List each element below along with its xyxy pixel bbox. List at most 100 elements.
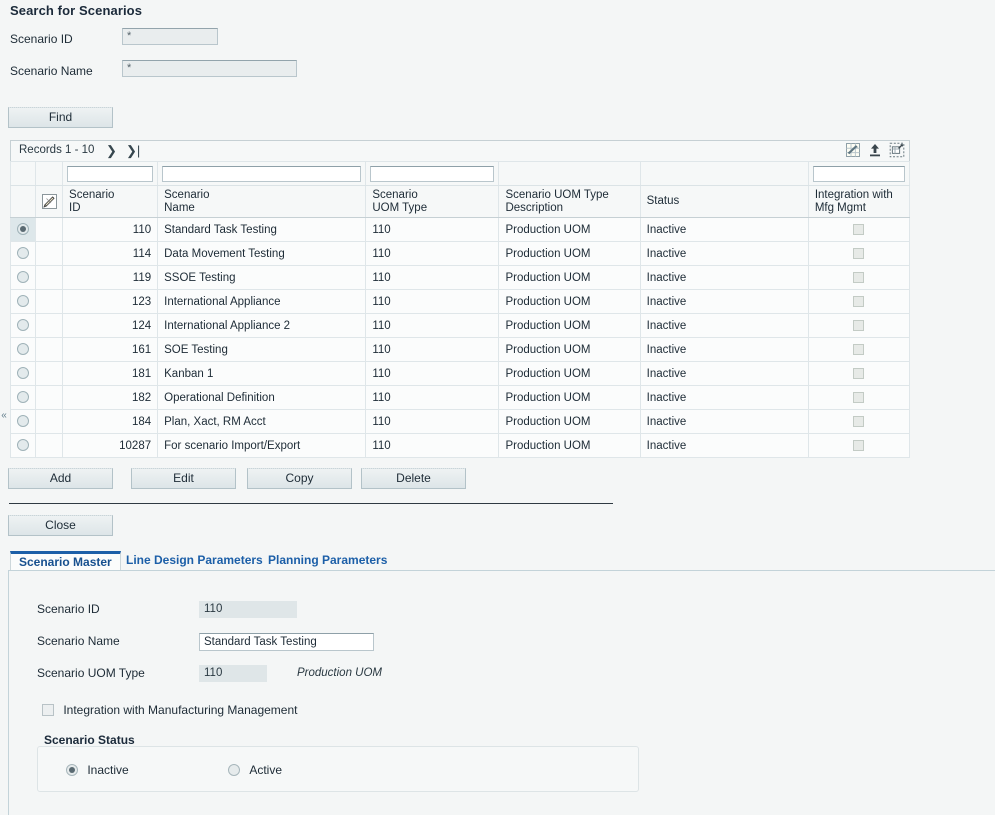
filter-input-scenario-id[interactable] xyxy=(67,165,154,182)
delete-button[interactable]: Delete xyxy=(361,468,466,489)
tab-line-design-parameters[interactable]: Line Design Parameters xyxy=(118,551,271,571)
row-select-radio[interactable] xyxy=(17,271,29,284)
integration-row-checkbox[interactable] xyxy=(853,343,865,355)
row-select-radio[interactable] xyxy=(17,439,29,452)
edit-button[interactable]: Edit xyxy=(131,468,236,489)
detail-scenario-uom-value: 110 xyxy=(199,665,267,682)
row-edit-cell[interactable] xyxy=(35,385,64,410)
status-option-inactive[interactable]: Inactive xyxy=(66,762,129,777)
integration-row-checkbox[interactable] xyxy=(853,271,865,283)
row-edit-cell[interactable] xyxy=(35,337,64,362)
integration-row-checkbox[interactable] xyxy=(853,223,865,235)
add-button[interactable]: Add xyxy=(8,468,113,489)
cell-integration[interactable] xyxy=(807,337,911,362)
customize-grid-icon[interactable] xyxy=(845,142,861,158)
detail-scenario-name-input[interactable] xyxy=(199,633,374,651)
cell-integration[interactable] xyxy=(807,313,911,338)
header-cell-scenario-name[interactable]: Scenario Name xyxy=(157,185,367,218)
integration-row-checkbox[interactable] xyxy=(853,367,865,379)
row-select-radio[interactable] xyxy=(17,343,29,356)
row-select-cell[interactable] xyxy=(9,241,37,266)
header-cell-scenario-id[interactable]: Scenario ID xyxy=(62,185,159,218)
table-row[interactable]: 123 International Appliance 110 Production … xyxy=(9,289,911,314)
integration-row-checkbox[interactable] xyxy=(853,415,865,427)
table-row[interactable]: 124 International Appliance 2 110 Productio… xyxy=(9,313,911,338)
row-edit-cell[interactable] xyxy=(35,241,64,266)
scenario-id-search-input[interactable] xyxy=(122,28,218,45)
row-select-cell[interactable] xyxy=(9,385,37,410)
table-row[interactable]: 10287 For scenario Import/Export 110 Produc… xyxy=(9,433,911,458)
row-edit-cell[interactable] xyxy=(35,265,64,290)
cell-integration[interactable] xyxy=(807,217,911,242)
tab-scenario-master[interactable]: Scenario Master xyxy=(10,551,121,571)
integration-row-checkbox[interactable] xyxy=(853,295,865,307)
copy-button[interactable]: Copy xyxy=(247,468,352,489)
cell-integration[interactable] xyxy=(807,361,911,386)
detail-integration-row[interactable]: Integration with Manufacturing Managemen… xyxy=(42,702,297,717)
row-edit-cell[interactable] xyxy=(35,217,64,242)
status-radio-active[interactable] xyxy=(228,763,240,776)
row-select-cell[interactable] xyxy=(9,313,37,338)
header-cell-scenario-uom-type[interactable]: Scenario UOM Type xyxy=(365,185,500,218)
table-row[interactable]: 181 Kanban 1 110 Production UOM Inactive xyxy=(9,361,911,386)
status-option-active[interactable]: Active xyxy=(228,762,282,777)
next-record-icon[interactable]: ❯ xyxy=(106,142,117,160)
detach-grid-icon[interactable] xyxy=(889,142,905,158)
cell-integration[interactable] xyxy=(807,289,911,314)
table-row[interactable]: 161 SOE Testing 110 Production UOM Inactive xyxy=(9,337,911,362)
row-edit-cell[interactable] xyxy=(35,409,64,434)
row-select-cell[interactable] xyxy=(9,289,37,314)
cell-integration[interactable] xyxy=(807,409,911,434)
row-select-radio[interactable] xyxy=(17,391,29,404)
row-select-cell[interactable] xyxy=(9,433,37,458)
row-select-radio[interactable] xyxy=(17,295,29,308)
filter-input-scenario-uom-type[interactable] xyxy=(370,165,495,182)
table-row[interactable]: 110 Standard Task Testing 110 Production UO… xyxy=(9,217,911,242)
row-edit-cell[interactable] xyxy=(35,361,64,386)
collapse-panel-handle[interactable]: « xyxy=(0,406,8,426)
find-button[interactable]: Find xyxy=(8,107,113,128)
table-row[interactable]: 182 Operational Definition 110 Production U… xyxy=(9,385,911,410)
row-select-cell[interactable] xyxy=(9,409,37,434)
cell-status: Inactive xyxy=(639,217,809,242)
filter-input-scenario-name[interactable] xyxy=(162,165,362,182)
integration-row-checkbox[interactable] xyxy=(853,439,865,451)
integration-row-checkbox[interactable] xyxy=(853,391,865,403)
export-icon[interactable] xyxy=(867,142,883,158)
row-select-radio[interactable] xyxy=(17,247,29,260)
row-select-radio[interactable] xyxy=(17,223,29,236)
scenario-name-search-input[interactable] xyxy=(122,60,297,77)
table-row[interactable]: 119 SSOE Testing 110 Production UOM Inactive xyxy=(9,265,911,290)
close-button[interactable]: Close xyxy=(8,515,113,536)
header-cell-uom-description[interactable]: Scenario UOM Type Description xyxy=(498,185,641,218)
row-select-cell[interactable] xyxy=(9,265,37,290)
table-row[interactable]: 114 Data Movement Testing 110 Production UO… xyxy=(9,241,911,266)
row-select-radio[interactable] xyxy=(17,319,29,332)
status-radio-inactive[interactable] xyxy=(66,763,78,776)
cell-scenario-id: 110 xyxy=(62,217,159,242)
row-select-cell[interactable] xyxy=(9,217,37,242)
header-cell-status[interactable]: Status xyxy=(639,185,809,218)
row-edit-cell[interactable] xyxy=(35,289,64,314)
row-edit-cell[interactable] xyxy=(35,313,64,338)
filter-input-integration[interactable] xyxy=(812,165,905,182)
status-label-inactive: Inactive xyxy=(87,762,129,777)
last-record-icon[interactable]: ❯| xyxy=(126,142,140,160)
row-edit-cell[interactable] xyxy=(35,433,64,458)
cell-status: Inactive xyxy=(639,289,809,314)
row-select-radio[interactable] xyxy=(17,367,29,380)
cell-integration[interactable] xyxy=(807,265,911,290)
row-select-radio[interactable] xyxy=(17,415,29,428)
table-row[interactable]: 184 Plan, Xact, RM Acct 110 Production UOM I… xyxy=(9,409,911,434)
edit-pencil-icon[interactable] xyxy=(42,194,58,209)
row-select-cell[interactable] xyxy=(9,361,37,386)
integration-checkbox[interactable] xyxy=(42,703,54,716)
cell-integration[interactable] xyxy=(807,241,911,266)
header-cell-integration[interactable]: Integration with Mfg Mgmt xyxy=(807,185,911,218)
integration-row-checkbox[interactable] xyxy=(853,319,865,331)
tab-planning-parameters[interactable]: Planning Parameters xyxy=(260,551,395,571)
cell-integration[interactable] xyxy=(807,433,911,458)
row-select-cell[interactable] xyxy=(9,337,37,362)
cell-integration[interactable] xyxy=(807,385,911,410)
integration-row-checkbox[interactable] xyxy=(853,247,865,259)
